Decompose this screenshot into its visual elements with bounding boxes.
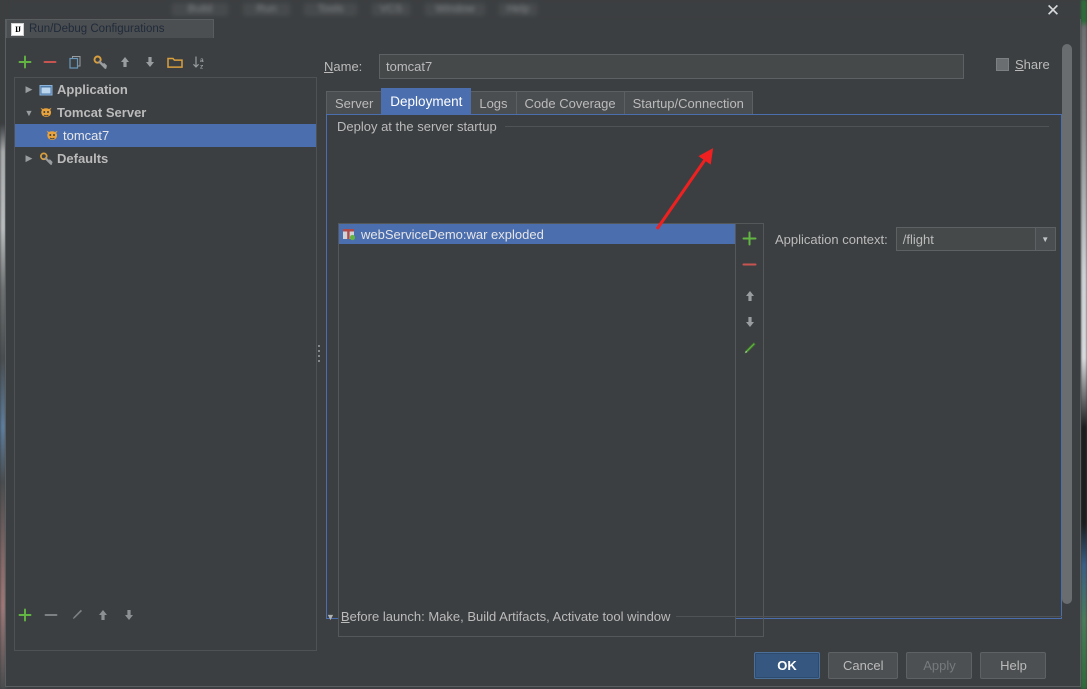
configurations-tree: ▶ Application ▼ Tomcat Server tomcat7 ▶ … [14, 77, 317, 651]
tab-startup-connection[interactable]: Startup/Connection [623, 91, 753, 114]
ok-button[interactable]: OK [754, 652, 820, 679]
move-artifact-down-button[interactable] [739, 311, 761, 333]
tree-node-label: Defaults [57, 151, 109, 166]
application-context-combo[interactable]: /flight ▼ [895, 227, 1056, 251]
tree-node-tomcat7[interactable]: tomcat7 [15, 124, 316, 147]
tab-code-coverage[interactable]: Code Coverage [515, 91, 625, 114]
before-launch-label: Before launch: Make, Build Artifacts, Ac… [341, 609, 671, 624]
ide-menu-item[interactable]: Help [499, 3, 537, 16]
svg-text:z: z [200, 63, 203, 70]
tab-deployment[interactable]: Deployment [381, 88, 472, 114]
before-launch-toolbar [14, 604, 140, 626]
deploy-group-label: Deploy at the server startup [337, 119, 497, 134]
share-label: Share [1015, 57, 1050, 72]
tree-node-defaults[interactable]: ▶ Defaults [15, 147, 316, 170]
deployment-tab-panel: Deploy at the server startup webServiceD… [326, 114, 1062, 637]
artifact-label: webServiceDemo:war exploded [361, 226, 544, 242]
deployment-artifacts-list[interactable]: webServiceDemo:war exploded [338, 223, 736, 637]
name-row: Name: [324, 53, 1036, 79]
apply-button[interactable]: Apply [906, 652, 973, 679]
before-launch-label-rest: efore launch: Make, Build Artifacts, Act… [349, 609, 671, 624]
ide-menu-item[interactable]: Tools [304, 3, 357, 16]
tree-node-label: Tomcat Server [57, 105, 147, 120]
tree-node-application[interactable]: ▶ Application [15, 78, 316, 101]
chevron-down-icon[interactable]: ▼ [1034, 228, 1055, 250]
dialog-title-bar: IJ Run/Debug Configurations [6, 19, 214, 38]
before-launch-edit-pencil-icon[interactable] [66, 604, 88, 626]
artifact-icon [342, 227, 356, 241]
deploy-group-title: Deploy at the server startup [337, 119, 1049, 134]
move-artifact-up-button[interactable] [739, 285, 761, 307]
tomcat-icon [43, 129, 61, 143]
share-checkbox-group[interactable]: Share [996, 57, 1050, 72]
name-input[interactable] [379, 53, 964, 79]
remove-configuration-button[interactable] [39, 51, 61, 73]
before-launch-mnemonic: B [340, 609, 350, 624]
close-icon[interactable]: ✕ [1044, 2, 1062, 20]
add-configuration-button[interactable] [14, 51, 36, 73]
name-label: Name: [324, 59, 379, 74]
ide-menu-item[interactable]: Run [243, 3, 290, 16]
chevron-down-icon[interactable]: ▼ [326, 612, 335, 622]
chevron-right-icon[interactable]: ▶ [21, 153, 37, 164]
configuration-editor-pane: Name: Share Server Deployment Logs Code … [324, 46, 1064, 646]
before-launch-header: ▼ Before launch: Make, Build Artifacts, … [326, 609, 1062, 624]
share-label-mnemonic: S [1015, 57, 1024, 72]
configurations-toolbar: a z [14, 50, 309, 74]
help-button[interactable]: Help [980, 652, 1047, 679]
ide-right-edge [1081, 0, 1087, 689]
application-context-label: Application context: [775, 231, 888, 247]
configuration-tabs: Server Deployment Logs Code Coverage Sta… [326, 88, 753, 114]
list-item[interactable]: webServiceDemo:war exploded [339, 224, 735, 244]
chevron-right-icon[interactable]: ▶ [21, 84, 37, 95]
chevron-down-icon[interactable]: ▼ [21, 108, 37, 118]
tab-server[interactable]: Server [326, 91, 383, 114]
name-label-mnemonic: N [324, 58, 334, 74]
ide-menu-item[interactable]: Build [172, 3, 228, 16]
panel-splitter[interactable] [316, 341, 321, 365]
ide-menu-bar: Build Run Tools VCS Window Help [0, 0, 1087, 20]
dialog-footer-buttons: OK Cancel Apply Help [754, 652, 1047, 679]
tomcat-icon [37, 106, 55, 120]
edit-artifact-pencil-icon[interactable] [739, 337, 761, 359]
before-launch-add-button[interactable] [14, 604, 36, 626]
share-label-rest: hare [1023, 57, 1050, 72]
intellij-logo-icon: IJ [11, 22, 24, 36]
wrench-icon [37, 152, 55, 166]
add-artifact-button[interactable] [739, 227, 761, 249]
dialog-scrollbar-thumb[interactable] [1062, 44, 1072, 604]
tree-node-label: Application [57, 82, 128, 97]
ide-menu-item[interactable]: VCS [372, 3, 410, 16]
ide-menu-item[interactable]: Window [425, 3, 485, 16]
before-launch-move-down-button[interactable] [118, 604, 140, 626]
artifact-list-toolbar [736, 223, 764, 637]
group-divider [504, 126, 1049, 127]
share-checkbox[interactable] [996, 58, 1009, 71]
cancel-button[interactable]: Cancel [828, 652, 899, 679]
tree-node-label: tomcat7 [63, 128, 110, 143]
group-divider [676, 616, 1062, 617]
application-icon [37, 83, 55, 97]
create-folder-button[interactable] [164, 51, 186, 73]
remove-artifact-button[interactable] [739, 253, 761, 275]
move-down-button[interactable] [139, 51, 161, 73]
application-context-row: Application context: /flight ▼ [775, 227, 1056, 251]
tree-node-tomcat-server[interactable]: ▼ Tomcat Server [15, 101, 316, 124]
move-up-button[interactable] [114, 51, 136, 73]
dialog-scrollbar[interactable] [1062, 44, 1072, 604]
name-label-rest: ame: [333, 58, 363, 74]
before-launch-move-up-button[interactable] [92, 604, 114, 626]
copy-configuration-button[interactable] [64, 51, 86, 73]
sort-az-icon[interactable]: a z [189, 51, 211, 73]
edit-defaults-wrench-icon[interactable] [89, 51, 111, 73]
application-context-value: /flight [902, 231, 934, 247]
dialog-title: Run/Debug Configurations [29, 23, 165, 35]
tab-logs[interactable]: Logs [470, 91, 517, 114]
before-launch-remove-button[interactable] [40, 604, 62, 626]
run-debug-configurations-dialog: IJ Run/Debug Configurations ✕ a z ▶ Appl… [5, 2, 1081, 687]
